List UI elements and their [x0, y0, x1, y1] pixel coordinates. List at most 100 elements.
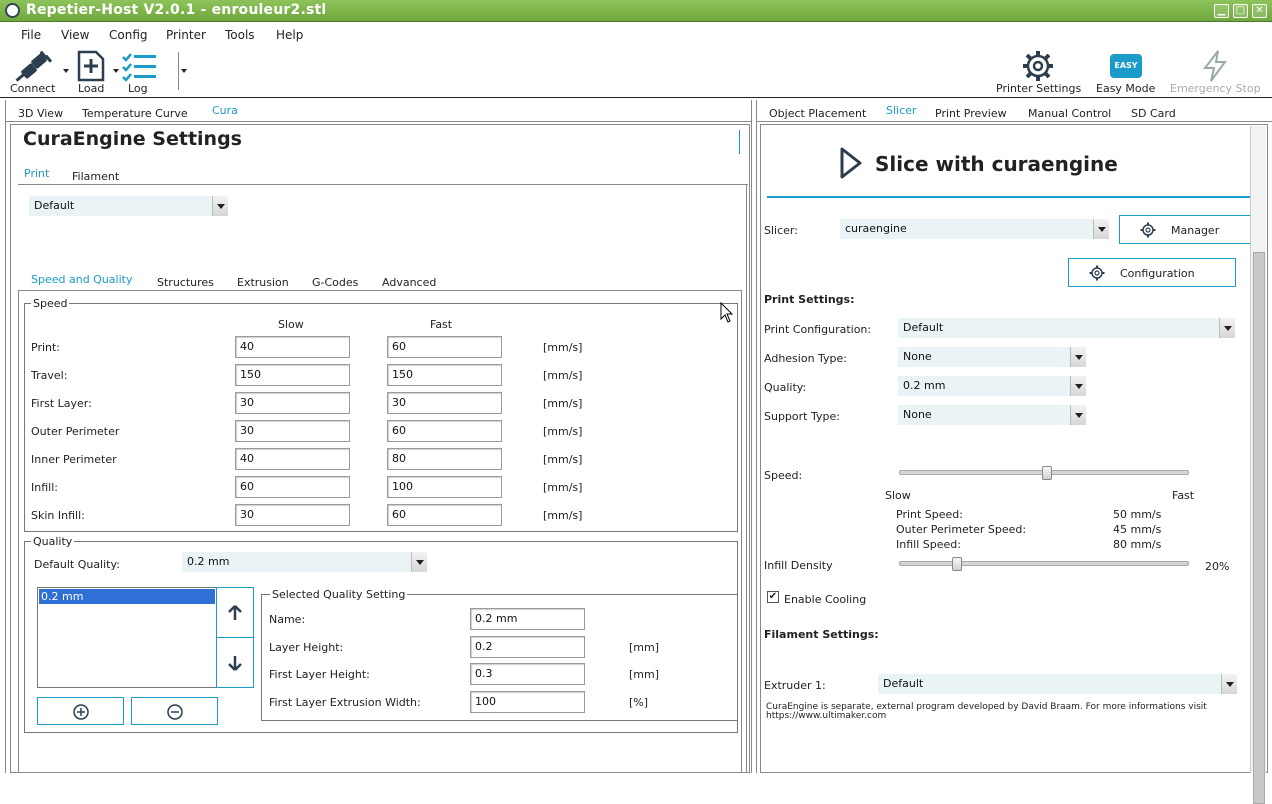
plus-circle-icon	[73, 704, 89, 720]
print-setting-select[interactable]: 0.2 mm	[898, 376, 1086, 396]
maximize-button[interactable]: □	[1233, 4, 1248, 18]
quality-reorder-buttons	[216, 587, 254, 688]
speed-fast-input[interactable]: 30	[387, 392, 502, 414]
move-down-button[interactable]	[217, 638, 253, 687]
chevron-down-icon	[1070, 347, 1086, 367]
quality-field-input[interactable]: 0.2 mm	[470, 608, 585, 630]
load-button[interactable]: Load	[74, 48, 114, 96]
menu-file[interactable]: File	[21, 28, 41, 42]
easy-mode-button[interactable]: EASY Easy Mode	[1092, 48, 1162, 96]
scrollbar-thumb[interactable]	[1253, 252, 1265, 804]
slicer-select[interactable]: curaengine	[840, 219, 1109, 239]
selected-quality-title: Selected Quality Setting	[270, 588, 408, 601]
remove-quality-button[interactable]	[131, 697, 218, 725]
tab-print-preview[interactable]: Print Preview	[935, 107, 1007, 120]
speed-fast-input[interactable]: 100	[387, 476, 502, 498]
quality-field-input[interactable]: 100	[470, 691, 585, 713]
tab-cura[interactable]: Cura	[212, 104, 238, 117]
speed-group-title: Speed	[31, 297, 70, 310]
printer-settings-button[interactable]: Printer Settings	[992, 48, 1084, 96]
speed-row-label: Infill:	[31, 481, 58, 494]
infill-slider[interactable]	[899, 561, 1189, 566]
print-setting-select[interactable]: None	[898, 405, 1086, 425]
connect-button[interactable]: Connect	[8, 48, 64, 96]
tab-3d-view[interactable]: 3D View	[18, 107, 63, 120]
tab-sd-card[interactable]: SD Card	[1131, 107, 1176, 120]
app-icon	[5, 3, 20, 18]
plug-icon	[15, 50, 53, 82]
connect-dropdown-icon[interactable]	[63, 69, 69, 73]
toolbar-more-icon[interactable]	[181, 69, 187, 73]
move-up-button[interactable]	[217, 588, 253, 638]
tab-manual-control[interactable]: Manual Control	[1028, 107, 1111, 120]
speed-fast-input[interactable]: 150	[387, 364, 502, 386]
emergency-stop-button[interactable]: Emergency Stop	[1166, 48, 1266, 96]
print-setting-select[interactable]: None	[898, 347, 1086, 367]
speed-slow-input[interactable]: 30	[235, 504, 350, 526]
speed-fast-label: Fast	[1172, 489, 1195, 502]
speed-slow-input[interactable]: 30	[235, 420, 350, 442]
menu-printer[interactable]: Printer	[166, 28, 206, 42]
quality-field-unit: [%]	[629, 696, 649, 709]
default-quality-select[interactable]: 0.2 mm	[182, 552, 427, 572]
speed-row-label: Travel:	[31, 369, 68, 382]
quality-field-unit: [mm]	[629, 641, 660, 654]
quality-list[interactable]: 0.2 mm	[37, 587, 217, 688]
profile-select[interactable]: Default	[29, 196, 228, 216]
tab-g-codes[interactable]: G-Codes	[312, 276, 358, 289]
speed-fast-input[interactable]: 60	[387, 420, 502, 442]
print-setting-value: 0.2 mm	[903, 379, 946, 392]
window-title: Repetier-Host V2.0.1 - enrouleur2.stl	[26, 2, 327, 18]
log-label: Log	[128, 82, 148, 95]
tab-speed-and-quality[interactable]: Speed and Quality	[31, 273, 132, 286]
log-button[interactable]: Log	[122, 48, 162, 96]
tab-object-placement[interactable]: Object Placement	[769, 107, 866, 120]
menu-config[interactable]: Config	[109, 28, 148, 42]
quality-field-label: First Layer Height:	[269, 668, 370, 681]
slicer-scrollbar[interactable]	[1250, 126, 1266, 804]
speed-slow-input[interactable]: 60	[235, 476, 350, 498]
list-item[interactable]: 0.2 mm	[39, 589, 215, 604]
tab-print[interactable]: Print	[24, 167, 49, 180]
tab-temperature-curve[interactable]: Temperature Curve	[82, 107, 188, 120]
speed-slow-input[interactable]: 150	[235, 364, 350, 386]
quality-field-input[interactable]: 0.3	[470, 663, 585, 685]
add-quality-button[interactable]	[37, 697, 124, 725]
menu-view[interactable]: View	[61, 28, 89, 42]
extruder-select[interactable]: Default	[878, 674, 1237, 694]
speed-readout-value: 45 mm/s	[1113, 523, 1162, 536]
menu-bar: File View Config Printer Tools Help	[0, 24, 1272, 46]
minimize-button[interactable]: ▁	[1214, 4, 1229, 18]
cooling-checkbox[interactable]: ✔	[767, 591, 779, 603]
section-frame-right	[741, 290, 742, 773]
add-file-icon	[77, 50, 105, 82]
speed-slow-input[interactable]: 30	[235, 392, 350, 414]
menu-tools[interactable]: Tools	[225, 28, 255, 42]
tab-advanced[interactable]: Advanced	[382, 276, 436, 289]
close-button[interactable]: ✕	[1252, 4, 1267, 18]
infill-slider-handle[interactable]	[952, 557, 962, 571]
speed-fast-input[interactable]: 60	[387, 336, 502, 358]
menu-help[interactable]: Help	[276, 28, 303, 42]
speed-slider-handle[interactable]	[1041, 466, 1052, 480]
slice-button[interactable]: Slice with curaengine	[767, 128, 1261, 198]
right-tabs-divider	[756, 121, 1272, 122]
print-setting-select[interactable]: Default	[898, 318, 1235, 338]
load-dropdown-icon[interactable]	[113, 69, 119, 73]
speed-slow-input[interactable]: 40	[235, 448, 350, 470]
manager-button[interactable]: Manager	[1119, 215, 1262, 244]
tab-extrusion[interactable]: Extrusion	[237, 276, 289, 289]
tab-filament[interactable]: Filament	[72, 170, 119, 183]
speed-slow-input[interactable]: 40	[235, 336, 350, 358]
configuration-button[interactable]: Configuration	[1068, 258, 1236, 287]
quality-field-input[interactable]: 0.2	[470, 636, 585, 658]
print-setting-label: Support Type:	[764, 410, 840, 423]
speed-fast-input[interactable]: 80	[387, 448, 502, 470]
fast-column-header: Fast	[430, 318, 453, 331]
tab-structures[interactable]: Structures	[157, 276, 214, 289]
check-icon: ✔	[768, 591, 778, 602]
speed-fast-input[interactable]: 60	[387, 504, 502, 526]
speed-readout-value: 80 mm/s	[1113, 538, 1162, 551]
tab-slicer[interactable]: Slicer	[886, 104, 916, 117]
speed-row-label: Inner Perimeter	[31, 453, 117, 466]
